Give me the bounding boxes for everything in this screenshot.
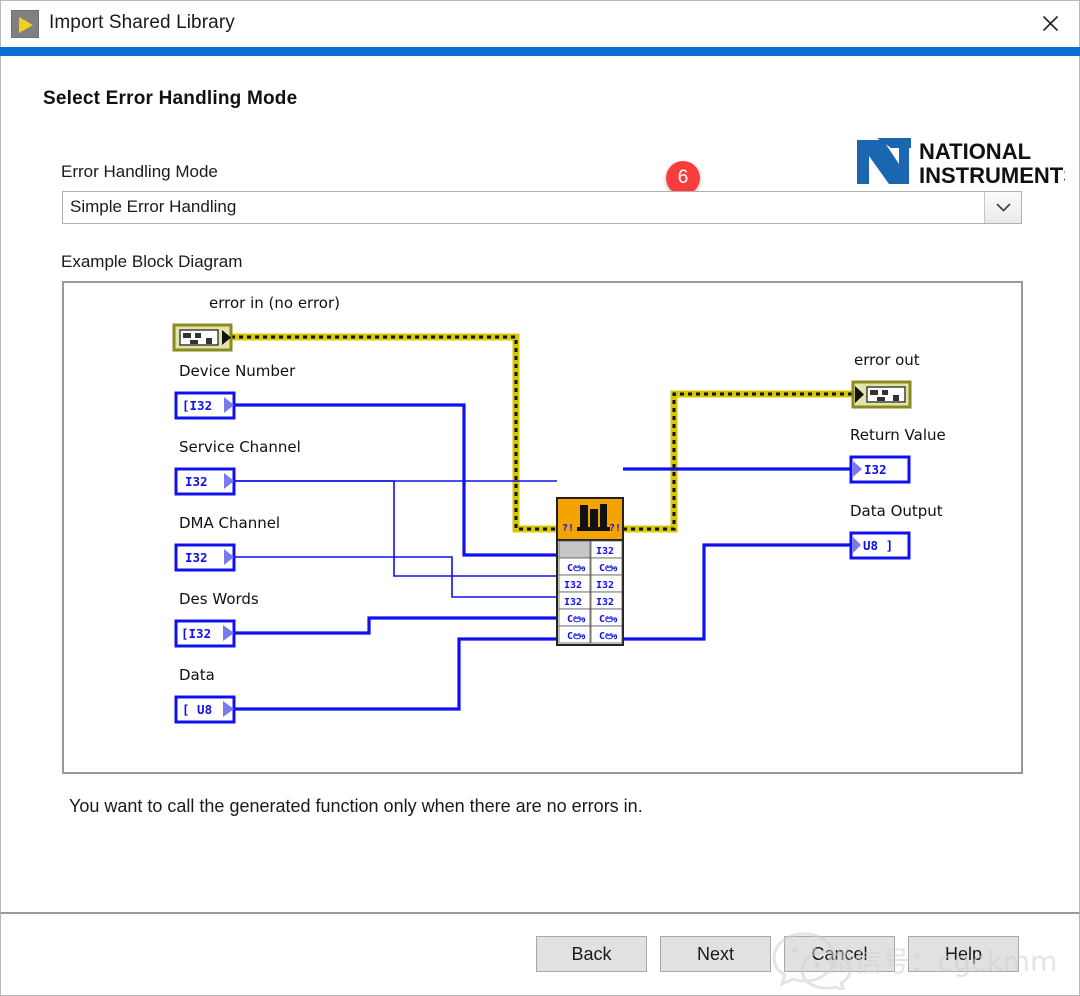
svg-text:?!: ?! (562, 523, 574, 534)
terminal-return-value: Return Value I32 (850, 426, 946, 482)
svg-text:Service Channel: Service Channel (179, 438, 301, 456)
svg-text:Device Number: Device Number (179, 362, 296, 380)
svg-text:error in (no error): error in (no error) (209, 294, 340, 312)
terminal-data-output: Data Output U8 ] (850, 502, 943, 558)
svg-text:Cඐ: Cඐ (567, 563, 586, 574)
example-block-diagram-label: Example Block Diagram (61, 252, 242, 272)
svg-text:I32: I32 (185, 474, 208, 489)
error-handling-mode-value: Simple Error Handling (70, 197, 236, 217)
svg-text:NATIONAL: NATIONAL (919, 139, 1031, 164)
terminal-device-number: Device Number [I32 (176, 362, 296, 418)
close-button[interactable] (1021, 1, 1079, 45)
svg-text:I32: I32 (564, 580, 582, 591)
back-button[interactable]: Back (536, 936, 647, 972)
chevron-down-icon[interactable] (984, 192, 1021, 223)
wire-data (234, 639, 557, 709)
svg-text:Des Words: Des Words (179, 590, 259, 608)
svg-text:[ U8: [ U8 (182, 702, 212, 717)
svg-text:Return Value: Return Value (850, 426, 946, 444)
page-title: Select Error Handling Mode (43, 88, 297, 110)
help-button[interactable]: Help (908, 936, 1019, 972)
terminal-dma-channel: DMA Channel I32 (176, 514, 280, 570)
error-handling-mode-select[interactable]: Simple Error Handling (62, 191, 1022, 224)
svg-text:DMA Channel: DMA Channel (179, 514, 280, 532)
example-block-diagram: .errwire { fill:none; stroke:#d8c800; st… (62, 281, 1023, 774)
cancel-button[interactable]: Cancel (784, 936, 895, 972)
svg-text:I32: I32 (564, 597, 582, 608)
svg-text:Cඐ: Cඐ (599, 614, 618, 625)
svg-text:I32: I32 (864, 462, 887, 477)
svg-text:Cඐ: Cඐ (599, 631, 618, 642)
accent-bar (0, 47, 1080, 56)
window-title: Import Shared Library (49, 12, 235, 34)
svg-text:Cඐ: Cඐ (599, 563, 618, 574)
svg-text:U8 ]: U8 ] (863, 538, 893, 553)
svg-text:Data Output: Data Output (850, 502, 943, 520)
wire-des-words (234, 618, 557, 633)
terminal-error-out: error out (853, 351, 920, 407)
dialog-footer: Back Next Cancel Help (0, 912, 1080, 996)
svg-text:INSTRUMENTS: INSTRUMENTS (919, 163, 1065, 188)
svg-text:Cඐ: Cඐ (567, 631, 586, 642)
call-library-function-node: ?! ?! I32 Cඐ Cඐ I32 (557, 498, 623, 645)
svg-text:[I32: [I32 (181, 626, 211, 641)
next-button[interactable]: Next (660, 936, 771, 972)
wire-device-number (234, 405, 557, 555)
step-badge: 6 (666, 161, 700, 195)
close-icon (1042, 15, 1059, 32)
svg-text:Cඐ: Cඐ (567, 614, 586, 625)
terminal-data: Data [ U8 (176, 666, 234, 722)
svg-text:•: • (1057, 164, 1060, 174)
terminal-des-words: Des Words [I32 (176, 590, 259, 646)
svg-text:I32: I32 (596, 597, 614, 608)
svg-text:Data: Data (179, 666, 215, 684)
terminal-error-in: error in (no error) (174, 294, 340, 350)
wire-error-out (623, 394, 853, 529)
wire-dma-channel (234, 557, 557, 597)
svg-text:[I32: [I32 (182, 398, 212, 413)
terminal-service-channel: Service Channel I32 (176, 438, 301, 494)
block-diagram-canvas: .errwire { fill:none; stroke:#d8c800; st… (64, 283, 1021, 772)
labview-run-arrow-icon (11, 10, 39, 38)
import-shared-library-dialog: Import Shared Library Select Error Handl… (0, 0, 1080, 996)
svg-text:?!: ?! (609, 523, 621, 534)
error-handling-mode-label: Error Handling Mode (61, 162, 218, 182)
svg-text:I32: I32 (185, 550, 208, 565)
dialog-body: Select Error Handling Mode 6 NATIONAL IN… (0, 56, 1080, 912)
wire-data-output (623, 545, 851, 639)
wire-service-channel (234, 481, 557, 576)
title-bar: Import Shared Library (0, 0, 1080, 47)
svg-text:I32: I32 (596, 546, 614, 557)
national-instruments-logo: NATIONAL INSTRUMENTS • (853, 134, 1065, 190)
svg-text:error out: error out (854, 351, 920, 369)
svg-text:I32: I32 (596, 580, 614, 591)
hint-text: You want to call the generated function … (69, 796, 643, 817)
